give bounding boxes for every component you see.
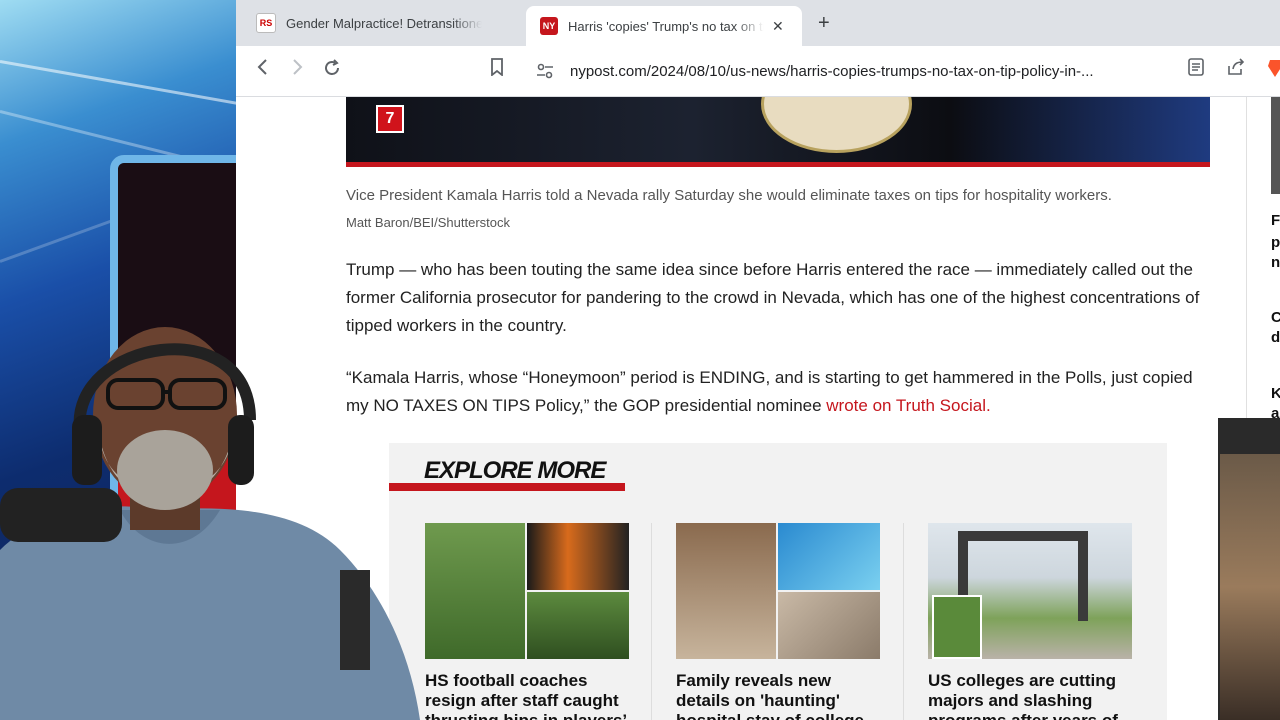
back-arrow-icon — [257, 59, 267, 75]
sidebar-letter: C — [1271, 309, 1280, 326]
card-divider — [903, 523, 904, 720]
college-story-thumbnail — [928, 523, 1132, 659]
gallery-count-badge[interactable]: 7 — [376, 105, 404, 133]
url-text: nypost.com/2024/08/10/us-news/harris-cop… — [570, 62, 1094, 80]
card-title: Family reveals new details on 'haunting'… — [676, 671, 864, 720]
paragraph-text: “Kamala Harris, whose “Honeymoon” period… — [346, 368, 1193, 415]
browser-toolbar: nypost.com/2024/08/10/us-news/harris-cop… — [236, 46, 1280, 97]
sidebar-thumbnail — [1271, 97, 1280, 194]
forward-arrow-icon — [293, 59, 303, 75]
video-frame — [1220, 454, 1280, 720]
reload-button[interactable] — [322, 58, 342, 83]
article-paragraph: Trump — who has been touting the same id… — [346, 260, 1200, 335]
tab-title: Harris 'copies' Trump's no tax on tips — [568, 18, 764, 34]
site-settings-icon — [537, 63, 553, 79]
sidebar-letter: K — [1271, 385, 1280, 402]
nypost-favicon-icon: NY — [540, 17, 558, 35]
back-button[interactable] — [256, 58, 270, 81]
new-tab-button[interactable]: + — [818, 12, 830, 35]
brave-shield-button[interactable] — [1268, 58, 1280, 83]
rs-favicon-icon: RS — [256, 13, 276, 33]
brave-lion-icon — [1268, 60, 1280, 77]
share-button[interactable] — [1226, 58, 1246, 81]
floating-video-player[interactable] — [1218, 418, 1280, 720]
explore-more-heading: EXPLORE MORE — [424, 457, 606, 484]
explore-more-module: EXPLORE MORE HS football coaches resign … — [389, 443, 1167, 720]
explore-more-rule — [389, 483, 625, 491]
bookmark-icon — [491, 58, 503, 77]
tab-title: Gender Malpractice! Detransitioners — [286, 15, 482, 31]
card-title: HS football coaches resign after staff c… — [425, 671, 627, 720]
share-icon — [1228, 58, 1245, 75]
sidebar-letter: p — [1271, 234, 1280, 251]
streamer-webcam-overlay — [0, 327, 420, 720]
reload-icon — [325, 59, 339, 75]
hospital-story-thumbnail — [676, 523, 880, 659]
truth-social-link[interactable]: wrote on Truth Social. — [826, 396, 990, 415]
sidebar-letter: d — [1271, 329, 1280, 346]
photo-caption: Vice President Kamala Harris told a Neva… — [346, 187, 1112, 204]
bookmark-button[interactable] — [490, 58, 504, 81]
explore-card[interactable]: US colleges are cutting majors and slash… — [928, 523, 1132, 720]
photo-credit: Matt Baron/BEI/Shutterstock — [346, 215, 511, 230]
article-hero-image: 7 — [346, 97, 1210, 167]
sidebar-letter: n — [1271, 254, 1280, 271]
reader-mode-button[interactable] — [1188, 58, 1204, 81]
explore-card[interactable]: Family reveals new details on 'haunting'… — [676, 523, 880, 720]
forward-button[interactable] — [290, 58, 304, 81]
article-paragraph: “Kamala Harris, whose “Honeymoon” period… — [346, 364, 1216, 420]
address-bar[interactable]: nypost.com/2024/08/10/us-news/harris-cop… — [526, 54, 1246, 88]
sidebar-letter: F — [1271, 212, 1280, 229]
card-divider — [651, 523, 652, 720]
football-story-thumbnail — [425, 523, 629, 659]
tab-harris-copies-trump[interactable]: NY Harris 'copies' Trump's no tax on tip… — [526, 6, 802, 46]
hero-red-rule — [346, 162, 1210, 167]
tab-gender-malpractice[interactable]: RS Gender Malpractice! Detransitioners — [256, 6, 516, 40]
reader-mode-icon — [1188, 58, 1204, 76]
close-tab-icon[interactable]: ✕ — [772, 18, 784, 35]
vice-president-seal-image — [761, 97, 912, 153]
explore-card[interactable]: HS football coaches resign after staff c… — [425, 523, 629, 720]
tab-strip: RS Gender Malpractice! Detransitioners N… — [236, 0, 1280, 46]
card-title: US colleges are cutting majors and slash… — [928, 671, 1118, 720]
